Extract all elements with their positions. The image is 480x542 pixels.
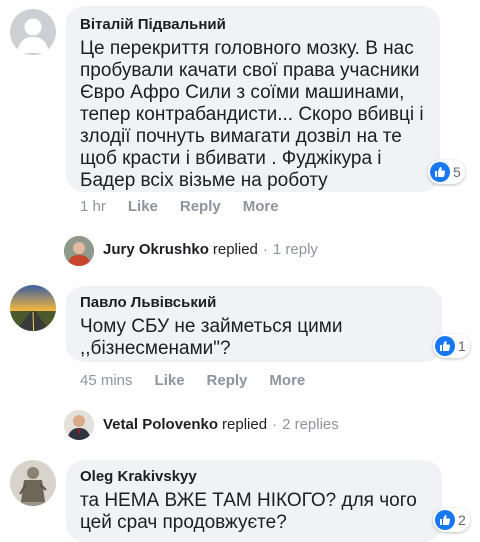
default-avatar-icon — [17, 18, 49, 53]
like-icon — [435, 510, 455, 530]
reactions-badge[interactable]: 2 — [433, 508, 470, 532]
comment-text: Це перекриття головного мозку. В нас про… — [80, 38, 424, 191]
more-button[interactable]: More — [243, 198, 279, 215]
reactions-count: 1 — [458, 338, 466, 354]
comment-actions: 45 mins Like Reply More — [80, 372, 327, 389]
comment-actions: 1 hr Like Reply More — [80, 198, 301, 215]
reply-button[interactable]: Reply — [180, 198, 221, 215]
person-photo-avatar — [64, 410, 94, 440]
reply-verb: replied — [212, 241, 258, 258]
reply-button[interactable]: Reply — [207, 372, 248, 389]
reactions-badge[interactable]: 5 — [428, 160, 465, 184]
like-icon — [435, 336, 455, 356]
comment-text: Чому СБУ не займеться цими ,,бізнесменам… — [80, 316, 343, 359]
reply-count[interactable]: 2 replies — [282, 416, 339, 433]
reactions-badge[interactable]: 1 — [433, 334, 470, 358]
comment-author[interactable]: Павло Львівський — [80, 294, 216, 311]
replies-summary[interactable]: Vetal Polovenko replied · 2 replies — [103, 416, 339, 433]
reply-verb: replied — [222, 416, 268, 433]
reply-author[interactable]: Jury Okrushko — [103, 241, 209, 258]
comment-time[interactable]: 45 mins — [80, 372, 133, 389]
separator-dot: · — [262, 241, 268, 258]
reactions-count: 2 — [458, 512, 466, 528]
like-icon — [430, 162, 450, 182]
commenter-avatar[interactable] — [10, 460, 56, 506]
comment-time[interactable]: 1 hr — [80, 198, 106, 215]
like-button[interactable]: Like — [155, 372, 185, 389]
road-landscape-avatar — [10, 285, 56, 331]
reply-avatar[interactable] — [64, 410, 94, 440]
reply-count[interactable]: 1 reply — [273, 241, 318, 258]
replies-summary[interactable]: Jury Okrushko replied · 1 reply — [103, 241, 318, 258]
comment-author[interactable]: Oleg Krakivskyy — [80, 468, 197, 485]
comment-author[interactable]: Віталій Підвальний — [80, 16, 226, 33]
more-button[interactable]: More — [269, 372, 305, 389]
separator-dot: · — [272, 416, 278, 433]
person-photo-avatar — [64, 236, 94, 266]
reply-avatar[interactable] — [64, 236, 94, 266]
statue-avatar — [10, 460, 56, 506]
reactions-count: 5 — [453, 164, 461, 180]
commenter-avatar[interactable] — [10, 285, 56, 331]
commenter-avatar[interactable] — [10, 9, 56, 55]
comment-text: та НЕМА ВЖЕ ТАМ НІКОГО? для чого цей сра… — [80, 490, 417, 533]
reply-author[interactable]: Vetal Polovenko — [103, 416, 218, 433]
like-button[interactable]: Like — [128, 198, 158, 215]
